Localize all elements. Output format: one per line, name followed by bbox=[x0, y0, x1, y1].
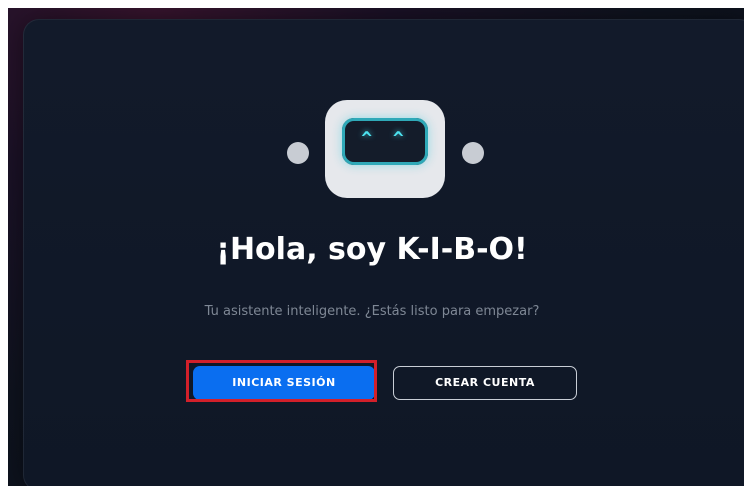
robot-visor: ^ ^ bbox=[342, 118, 428, 165]
welcome-title: ¡Hola, soy K-I-B-O! bbox=[216, 232, 528, 267]
robot-eyes: ^ ^ bbox=[361, 128, 409, 149]
login-button[interactable]: INICIAR SESIÓN bbox=[193, 366, 375, 400]
robot-icon: ^ ^ bbox=[287, 98, 484, 208]
welcome-subtitle: Tu asistente inteligente. ¿Estás listo p… bbox=[204, 304, 540, 319]
register-button[interactable]: CREAR CUENTA bbox=[393, 366, 577, 400]
robot-right-ear bbox=[462, 142, 484, 164]
robot-left-ear bbox=[287, 142, 309, 164]
robot-head: ^ ^ bbox=[325, 100, 445, 198]
